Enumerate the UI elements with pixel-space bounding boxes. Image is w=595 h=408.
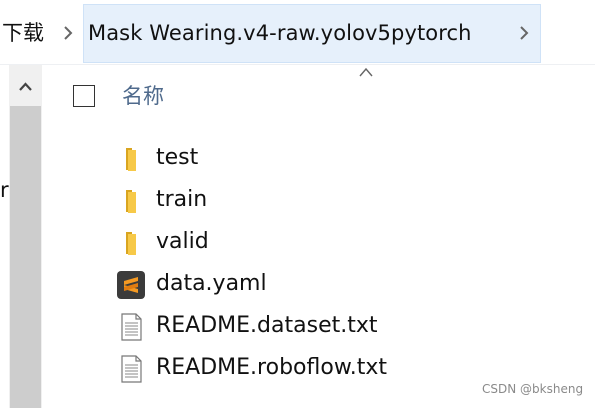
navigation-pane <box>0 65 9 408</box>
file-name: README.dataset.txt <box>156 313 378 338</box>
chevron-right-icon[interactable] <box>514 23 534 43</box>
list-item[interactable]: valid <box>110 223 560 263</box>
watermark: CSDN @bksheng <box>482 382 584 396</box>
list-item[interactable]: data.yaml <box>110 265 560 305</box>
list-item[interactable]: test <box>110 139 560 179</box>
file-name: train <box>156 187 208 212</box>
file-name: README.roboflow.txt <box>156 355 388 380</box>
folder-icon <box>126 190 136 213</box>
scrollbar-thumb[interactable] <box>10 106 41 408</box>
navigation-item-partial[interactable]: r <box>0 178 9 202</box>
folder-icon <box>126 148 136 171</box>
breadcrumb-current[interactable]: Mask Wearing.v4-raw.yolov5pytorch <box>88 18 472 48</box>
text-file-icon <box>121 355 142 383</box>
chevron-right-icon[interactable] <box>58 23 78 43</box>
file-name: valid <box>156 229 209 254</box>
column-header-name[interactable]: 名称 <box>122 82 164 110</box>
sublime-file-icon <box>117 271 145 299</box>
file-name: data.yaml <box>156 271 267 296</box>
file-name: test <box>156 145 199 170</box>
select-all-checkbox[interactable] <box>73 85 95 107</box>
text-file-icon <box>121 313 142 341</box>
sort-ascending-icon <box>359 67 373 77</box>
folder-icon <box>126 232 136 255</box>
scroll-up-arrow-icon[interactable] <box>9 68 42 106</box>
list-item[interactable]: README.dataset.txt <box>110 307 560 347</box>
address-bar: 下载 Mask Wearing.v4-raw.yolov5pytorch <box>0 0 595 65</box>
list-item[interactable]: train <box>110 181 560 221</box>
breadcrumb-root[interactable]: 下载 <box>2 18 44 48</box>
